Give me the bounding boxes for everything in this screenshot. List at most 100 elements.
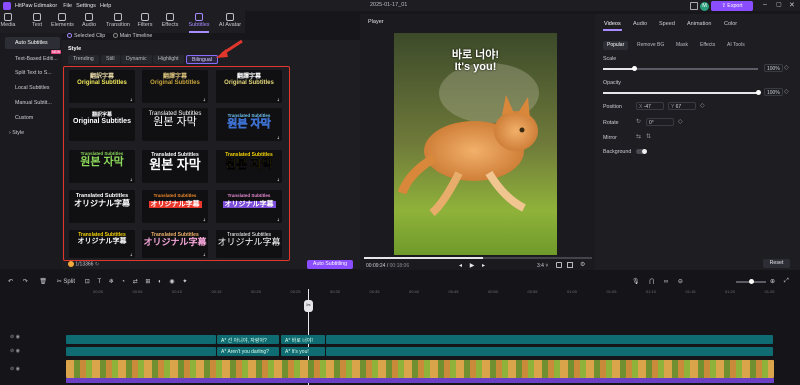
export-button[interactable]: ⇪ Export xyxy=(711,1,753,11)
style-tile[interactable]: Translated Subtitles オリジナル字幕 ⇣ xyxy=(216,190,282,223)
mirror-horizontal-icon[interactable]: ⇆ xyxy=(636,133,641,140)
keyframe-icon[interactable]: ◇ xyxy=(678,118,683,125)
subtitle-clip[interactable] xyxy=(66,335,216,344)
rotate-field[interactable]: 0° xyxy=(646,118,674,126)
subtab-effects[interactable]: Effects xyxy=(696,41,719,50)
link-track-icon[interactable]: ⊘ ◉ xyxy=(10,348,20,354)
tool-elements[interactable]: Elements xyxy=(51,13,74,28)
close-icon[interactable]: ✕ xyxy=(789,1,795,9)
background-toggle[interactable] xyxy=(636,149,647,154)
opacity-slider-knob[interactable] xyxy=(755,90,761,95)
tool-subtitles[interactable]: Subtitles xyxy=(188,13,210,28)
link-icon[interactable]: ∞ xyxy=(664,279,668,285)
filter-still[interactable]: Still xyxy=(101,55,120,64)
zoom-out-icon[interactable]: ⊖ xyxy=(678,279,683,285)
selected-clip-option[interactable]: Selected Clip xyxy=(67,33,105,39)
subtitle-clip[interactable]: A* It's you! xyxy=(281,347,325,356)
style-tile[interactable]: 翻譯字幕 Original Subtitles ⇣ xyxy=(216,70,282,103)
playback-progress[interactable] xyxy=(364,257,592,259)
zoom-slider[interactable] xyxy=(736,279,766,284)
subtitle-clip[interactable] xyxy=(326,347,773,356)
style-tile[interactable]: 翻訳字幕 Original Subtitles xyxy=(69,108,135,141)
delete-icon[interactable]: 🗑 xyxy=(39,279,47,285)
tool-ai-avatar[interactable]: AI Avatar xyxy=(216,13,244,28)
sidebar-item-split-text[interactable]: Split Text to S... xyxy=(5,67,60,79)
style-tile[interactable]: Translated Subtitles オリジナル字幕 ⇣ xyxy=(142,190,208,223)
style-tile[interactable]: 翻譯字幕 Original Subtitles ⇣ xyxy=(142,70,208,103)
sidebar-item-manual-subtitles[interactable]: Manual Subtit... xyxy=(5,97,60,109)
style-tile[interactable]: Translated Subtitles 원본 자막 xyxy=(142,108,208,141)
zoom-slider-knob[interactable] xyxy=(749,279,754,284)
aspect-ratio-select[interactable]: 3:4 ˅ xyxy=(537,263,548,269)
tab-speed[interactable]: Speed xyxy=(659,21,675,27)
reset-button[interactable]: Reset xyxy=(763,259,790,268)
position-y-field[interactable]: Y 67 xyxy=(668,102,696,110)
style-tile[interactable]: Translated Subtitles オリジナル字幕 ⇣ xyxy=(142,230,208,258)
link-track-icon[interactable]: ⊘ ◉ xyxy=(10,366,20,372)
position-x-field[interactable]: X -47 xyxy=(636,102,664,110)
filter-dynamic[interactable]: Dynamic xyxy=(121,55,152,64)
split-button[interactable]: ✂ Split xyxy=(57,279,75,285)
settings-icon[interactable]: ⚙ xyxy=(580,261,585,268)
style-tile[interactable]: Translated Subtitles 원본 자막 ⇣ xyxy=(69,150,135,183)
ai-tool-icon[interactable]: ✦ xyxy=(182,279,187,285)
style-tile[interactable]: Translated Subtitles オリジナル字幕 xyxy=(216,230,282,258)
tab-videos[interactable]: Videos xyxy=(604,21,621,27)
keyframe-icon[interactable]: ◇ xyxy=(700,102,705,109)
menu-settings[interactable]: Settings xyxy=(76,3,96,9)
style-tile[interactable]: Translated Subtitles 원본 자막 ⇣ xyxy=(216,150,282,183)
speed-icon[interactable]: ◔ xyxy=(121,279,125,285)
project-icon[interactable] xyxy=(690,2,698,10)
record-icon[interactable]: ◉ xyxy=(169,279,174,285)
scale-slider[interactable] xyxy=(603,66,758,71)
menu-help[interactable]: Help xyxy=(100,3,111,9)
tool-effects[interactable]: Effects xyxy=(159,13,181,28)
tab-color[interactable]: Color xyxy=(724,21,737,27)
tab-animation[interactable]: Animation xyxy=(687,21,711,27)
subtitle-clip[interactable] xyxy=(66,347,216,356)
opacity-slider[interactable] xyxy=(603,90,761,95)
sidebar-item-auto-subtitles[interactable]: Auto Subtitles xyxy=(5,37,60,49)
tool-filters[interactable]: Filters xyxy=(134,13,156,28)
text-tool-icon[interactable]: T xyxy=(97,279,101,285)
menu-file[interactable]: File xyxy=(63,3,72,9)
tool-media[interactable]: Media xyxy=(0,13,19,28)
style-tile[interactable]: 翻訳字幕 Original Subtitles ⇣ xyxy=(69,70,135,103)
style-tile[interactable]: Translated Subtitles 원본 자막 ⇣ xyxy=(216,108,282,141)
scale-slider-knob[interactable] xyxy=(631,66,637,71)
mask-icon[interactable]: ◐ xyxy=(158,279,162,285)
style-tile[interactable]: Translated Subtitles オリジナル字幕 xyxy=(69,190,135,223)
next-frame-icon[interactable]: ▸ xyxy=(482,263,485,269)
filter-trending[interactable]: Trending xyxy=(68,55,99,64)
avatar[interactable]: M xyxy=(700,1,709,11)
transform-icon[interactable]: ⊞ xyxy=(145,279,150,285)
tool-audio[interactable]: Audio xyxy=(78,13,100,28)
tab-audio[interactable]: Audio xyxy=(633,21,647,27)
video-clip[interactable] xyxy=(66,360,774,378)
subtab-mask[interactable]: Mask xyxy=(672,41,692,50)
main-timeline-option[interactable]: Main Timeline xyxy=(112,33,152,39)
keyframe-icon[interactable]: ◇ xyxy=(784,64,789,71)
fullscreen-icon[interactable] xyxy=(567,262,573,268)
maximize-icon[interactable]: ▢ xyxy=(776,1,782,8)
style-tile[interactable]: Translated Subtitles オリジナル字幕 ⇣ xyxy=(69,230,135,258)
subtitle-clip[interactable]: A* 선 아니야, 자랑아? xyxy=(217,335,279,344)
subtitle-clip[interactable]: A* 바로 너야! xyxy=(281,335,325,344)
auto-subtitling-button[interactable]: Auto Subtitling xyxy=(307,260,353,269)
undo-icon[interactable]: ↶ xyxy=(8,279,13,285)
magnet-icon[interactable]: ⋂ xyxy=(649,279,654,285)
crop-icon[interactable]: ⊡ xyxy=(85,279,90,285)
sidebar-item-text-based-editing[interactable]: Text-Based Editi... xyxy=(5,53,60,65)
link-track-icon[interactable]: ⊘ ◉ xyxy=(10,334,20,340)
scale-value[interactable]: 100% xyxy=(764,64,783,72)
subtab-popular[interactable]: Popular xyxy=(603,41,629,50)
sidebar-item-style[interactable]: › Style xyxy=(5,127,60,139)
redo-icon[interactable]: ↷ xyxy=(23,279,28,285)
keyframe-icon[interactable]: ◇ xyxy=(784,88,789,95)
minimize-icon[interactable]: – xyxy=(763,1,767,8)
mirror-vertical-icon[interactable]: ⇅ xyxy=(646,133,651,140)
reverse-icon[interactable]: ⇄ xyxy=(133,279,138,285)
subtab-ai-tools[interactable]: AI Tools xyxy=(723,41,749,50)
sidebar-item-local-subtitles[interactable]: Local Subtitles xyxy=(5,82,60,94)
rotate-icon[interactable]: ↻ xyxy=(636,118,641,125)
